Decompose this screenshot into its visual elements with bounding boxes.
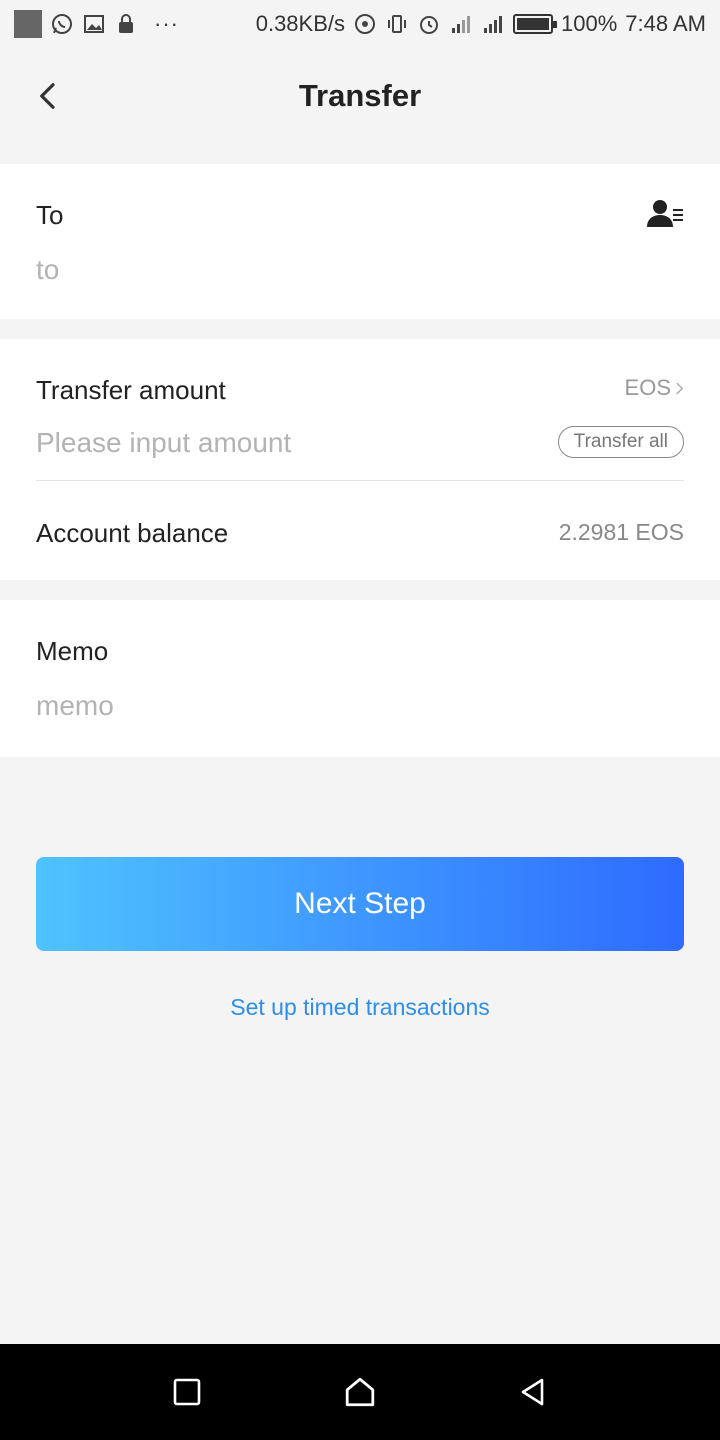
timed-transactions-link[interactable]: Set up timed transactions — [0, 994, 720, 1021]
chevron-left-icon — [40, 83, 55, 109]
system-nav-bar — [0, 1344, 720, 1440]
vibrate-icon — [385, 12, 409, 36]
alarm-icon — [417, 12, 441, 36]
home-button[interactable] — [340, 1372, 380, 1412]
home-icon — [345, 1377, 375, 1407]
network-speed: 0.38KB/s — [255, 11, 345, 36]
whatsapp-icon — [50, 12, 74, 36]
chevron-right-icon — [676, 382, 684, 394]
notification-thumbnail-icon — [14, 10, 42, 38]
divider — [36, 480, 684, 481]
lock-icon — [114, 12, 138, 36]
next-step-button[interactable]: Next Step — [36, 857, 684, 951]
page-title: Transfer — [298, 78, 422, 113]
recents-button[interactable] — [167, 1372, 207, 1412]
account-balance-value: 2.2981 EOS — [558, 519, 684, 545]
triangle-back-icon — [522, 1378, 544, 1406]
status-bar-right: 0.38KB/s 100% 7:48 AM — [256, 11, 706, 37]
contacts-list-icon — [647, 200, 683, 227]
signal-icon — [449, 12, 473, 36]
token-selector[interactable]: EOS — [625, 375, 684, 401]
account-balance-label: Account balance — [36, 518, 229, 548]
transfer-all-button[interactable]: Transfer all — [557, 426, 684, 458]
amount-card: Transfer amount EOS Transfer all Account… — [0, 339, 720, 580]
token-name: EOS — [624, 375, 671, 400]
to-input[interactable] — [36, 254, 516, 286]
hotspot-icon — [353, 12, 377, 36]
battery-icon — [513, 14, 557, 34]
status-bar: ··· 0.38KB/s 100% 7:48 AM — [0, 0, 720, 48]
memo-label: Memo — [36, 636, 109, 666]
app-header: Transfer — [0, 48, 720, 144]
amount-input[interactable] — [36, 427, 516, 459]
memo-input[interactable] — [36, 690, 516, 722]
image-icon — [82, 12, 106, 36]
status-bar-left: ··· — [14, 10, 179, 38]
to-label: To — [36, 200, 64, 230]
recipient-card: To — [0, 164, 720, 319]
back-button[interactable] — [30, 78, 66, 114]
more-notifications-icon: ··· — [154, 11, 179, 36]
back-nav-button[interactable] — [513, 1372, 553, 1412]
transfer-amount-label: Transfer amount — [36, 375, 226, 405]
contacts-button[interactable] — [646, 198, 686, 228]
battery-percent: 100% — [561, 11, 618, 36]
clock: 7:48 AM — [625, 11, 706, 36]
signal-2-icon — [481, 12, 505, 36]
memo-card: Memo — [0, 600, 720, 757]
square-icon — [173, 1378, 200, 1406]
